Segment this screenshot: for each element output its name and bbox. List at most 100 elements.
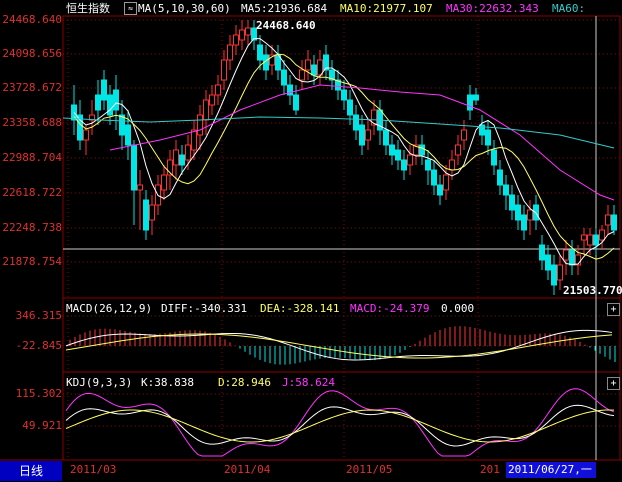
price-axis-tick: 22248.738 <box>2 221 62 234</box>
candle-body <box>437 184 443 196</box>
candle-body <box>611 214 617 231</box>
candle-body <box>197 114 203 136</box>
kdj-lines <box>65 388 615 457</box>
candle-body <box>95 94 101 111</box>
candle-body <box>293 94 299 111</box>
period-tab-daily[interactable]: 日线 <box>0 461 62 481</box>
candle-body <box>215 84 221 96</box>
candle-body <box>353 114 359 131</box>
candle-body <box>341 89 347 101</box>
candle-body <box>455 144 461 156</box>
candle-body <box>347 99 353 116</box>
kdj-title: KDJ(9,3,3) <box>66 376 133 389</box>
candle-body <box>563 249 569 261</box>
candle-body <box>281 69 287 86</box>
candle-body <box>461 129 467 141</box>
macd-diff: DIFF:-340.331 <box>161 302 248 315</box>
candle-body <box>191 129 197 151</box>
current-date-box: 2011/06/27,一 <box>506 462 596 478</box>
candle-body <box>137 184 143 191</box>
price-axis-tick: 22618.722 <box>2 186 62 199</box>
ma60-value: MA60: <box>552 2 586 15</box>
candle-body <box>407 154 413 166</box>
price-axis-tick: 23358.688 <box>2 116 62 129</box>
macd-zero: 0.000 <box>441 302 475 315</box>
ma-params: MA(5,10,30,60) <box>138 2 231 15</box>
candle-body <box>143 199 149 231</box>
price-axis-tick: 24468.640 <box>2 13 62 26</box>
candle-body <box>431 169 437 186</box>
macd-expand-plus-icon[interactable]: + <box>607 303 620 316</box>
candle-body <box>581 234 587 241</box>
kdj-k: K:38.838 <box>141 376 194 389</box>
kdj-j-line <box>65 388 615 457</box>
candle-body <box>173 149 179 166</box>
candle-body <box>239 29 245 41</box>
candle-body <box>485 129 491 146</box>
index-name: 恒生指数 <box>66 2 110 15</box>
candle-body <box>491 149 497 166</box>
candle-body <box>569 249 575 266</box>
candle-body <box>119 114 125 136</box>
candle-body <box>557 264 563 281</box>
kdj-axis-tick: 115.302 <box>15 387 62 400</box>
price-axis-tick: 22988.704 <box>2 151 62 164</box>
month-label: 2011/05 <box>346 463 393 476</box>
macd-value: MACD:-24.379 <box>350 302 430 315</box>
candle-body <box>299 69 305 81</box>
candle-body <box>101 79 107 101</box>
candle-body <box>599 229 605 241</box>
ma30-value: MA30:22632.343 <box>446 2 539 15</box>
candle-body <box>179 154 185 166</box>
candle-body <box>233 34 239 46</box>
kdj-d: D:28.946 <box>218 376 271 389</box>
candle-body <box>203 99 209 121</box>
candle-body <box>311 64 317 76</box>
low-price-label: 21503.770 <box>563 284 622 297</box>
candle-body <box>107 94 113 116</box>
macd-title: MACD(26,12,9) <box>66 302 153 315</box>
candle-body <box>515 204 521 221</box>
candle-body <box>245 27 251 36</box>
candle-body <box>113 89 119 111</box>
candle-body <box>395 149 401 161</box>
candle-body <box>257 44 263 61</box>
chart-canvas[interactable] <box>0 0 622 482</box>
price-panel-border <box>62 15 621 299</box>
month-label: 2011/03 <box>70 463 117 476</box>
price-axis-tick: 23728.672 <box>2 81 62 94</box>
candle-body <box>305 59 311 71</box>
macd-dea: DEA:-328.141 <box>260 302 340 315</box>
candle-body <box>551 264 557 286</box>
kdj-axis-tick: 49.921 <box>22 419 62 432</box>
candle-body <box>359 124 365 146</box>
kdj-j: J:58.624 <box>282 376 335 389</box>
candle-body <box>467 94 473 111</box>
candle-body <box>425 159 431 171</box>
ma-toggle-icon[interactable]: ≈ <box>124 2 137 15</box>
price-axis-tick: 24098.656 <box>2 47 62 60</box>
candle-body <box>539 244 545 261</box>
high-price-label: 24468.640 <box>256 19 316 32</box>
ma5-value: MA5:21936.684 <box>241 2 328 15</box>
candle-body <box>221 59 227 81</box>
candle-body <box>497 169 503 186</box>
candle-body <box>419 144 425 156</box>
candle-body <box>449 159 455 171</box>
candle-body <box>383 129 389 146</box>
candle-body <box>365 129 371 141</box>
macd-histogram <box>65 326 616 365</box>
kdj-expand-plus-icon[interactable]: + <box>607 377 620 390</box>
candle-body <box>131 144 137 191</box>
candle-body <box>521 214 527 231</box>
candle-body <box>185 144 191 161</box>
candle-body <box>83 129 89 141</box>
candle-body <box>401 159 407 171</box>
ma10-value: MA10:21977.107 <box>340 2 433 15</box>
candle-body <box>527 209 533 221</box>
candle-body <box>209 94 215 106</box>
candle-body <box>587 234 593 246</box>
candle-body <box>545 254 551 271</box>
macd-axis-tick: 346.315 <box>15 309 62 322</box>
candle-body <box>161 174 167 191</box>
